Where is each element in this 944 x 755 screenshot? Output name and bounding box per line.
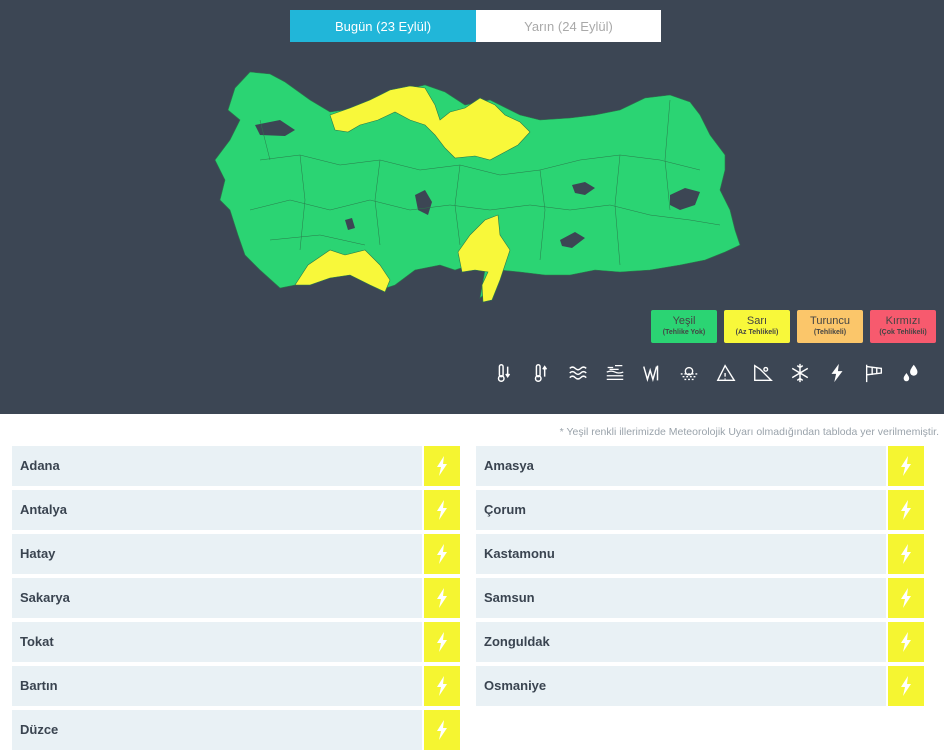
province-row[interactable]: Zonguldak <box>476 622 924 662</box>
thunderstorm-icon[interactable] <box>886 534 924 574</box>
province-row[interactable]: Düzce <box>12 710 460 750</box>
thunderstorm-icon[interactable] <box>422 622 460 662</box>
province-row[interactable]: Tokat <box>12 622 460 662</box>
wind-icon[interactable] <box>639 360 665 386</box>
province-name: Çorum <box>484 502 526 517</box>
legend: Yeşil (Tehlike Yok) Sarı (Az Tehlikeli) … <box>651 310 936 343</box>
legend-yellow: Sarı (Az Tehlikeli) <box>724 310 790 343</box>
legend-green: Yeşil (Tehlike Yok) <box>651 310 717 343</box>
thunderstorm-icon[interactable] <box>886 622 924 662</box>
hazard-filter-icons <box>491 360 924 386</box>
tab-today[interactable]: Bugün (23 Eylül) <box>290 10 476 42</box>
province-row[interactable]: Adana <box>12 446 460 486</box>
thunderstorm-icon[interactable] <box>886 490 924 530</box>
thunderstorm-icon[interactable] <box>422 666 460 706</box>
province-name: Bartın <box>20 678 58 693</box>
province-row[interactable]: Samsun <box>476 578 924 618</box>
legend-title: Yeşil <box>672 315 696 327</box>
province-row[interactable]: Kastamonu <box>476 534 924 574</box>
landslide-icon[interactable] <box>750 360 776 386</box>
thunderstorm-icon[interactable] <box>886 446 924 486</box>
thunderstorm-icon[interactable] <box>886 578 924 618</box>
legend-subtitle: (Çok Tehlikeli) <box>879 329 927 336</box>
legend-subtitle: (Tehlikeli) <box>813 329 847 336</box>
dust-icon[interactable] <box>602 360 628 386</box>
thunderstorm-icon[interactable] <box>422 534 460 574</box>
thunderstorm-icon[interactable] <box>422 578 460 618</box>
province-row[interactable]: Çorum <box>476 490 924 530</box>
cold-thermometer-icon[interactable] <box>491 360 517 386</box>
province-name: Adana <box>20 458 60 473</box>
thunderstorm-icon[interactable] <box>422 490 460 530</box>
tab-tomorrow[interactable]: Yarın (24 Eylül) <box>476 10 661 42</box>
map-panel: Bugün (23 Eylül) Yarın (24 Eylül) Yeşil … <box>0 0 944 414</box>
thunderstorm-icon[interactable] <box>422 446 460 486</box>
province-row[interactable]: Osmaniye <box>476 666 924 706</box>
province-name: Amasya <box>484 458 534 473</box>
province-row[interactable]: Hatay <box>12 534 460 574</box>
legend-red: Kırmızı (Çok Tehlikeli) <box>870 310 936 343</box>
legend-subtitle: (Tehlike Yok) <box>662 329 706 336</box>
province-name: Düzce <box>20 722 59 737</box>
province-name: Tokat <box>20 634 54 649</box>
province-row[interactable]: Amasya <box>476 446 924 486</box>
thunderstorm-icon[interactable] <box>886 666 924 706</box>
thunderstorm-icon[interactable] <box>422 710 460 750</box>
province-name: Kastamonu <box>484 546 555 561</box>
province-name: Samsun <box>484 590 535 605</box>
legend-subtitle: (Az Tehlikeli) <box>735 329 779 336</box>
rain-drops-icon[interactable] <box>898 360 924 386</box>
warning-list-right: Amasya Çorum Kastamonu Samsun Zonguldak … <box>476 446 924 710</box>
avalanche-icon[interactable] <box>713 360 739 386</box>
thunderstorm-icon[interactable] <box>824 360 850 386</box>
province-row[interactable]: Antalya <box>12 490 460 530</box>
legend-orange: Turuncu (Tehlikeli) <box>797 310 863 343</box>
turkey-warning-map[interactable] <box>200 60 750 310</box>
hot-thermometer-icon[interactable] <box>528 360 554 386</box>
warning-list-left: Adana Antalya Hatay Sakarya Tokat Bartın… <box>12 446 460 754</box>
province-row[interactable]: Bartın <box>12 666 460 706</box>
legend-title: Kırmızı <box>885 315 921 327</box>
snowflake-icon[interactable] <box>787 360 813 386</box>
fog-icon[interactable] <box>676 360 702 386</box>
province-name: Hatay <box>20 546 56 561</box>
windsock-icon[interactable] <box>861 360 887 386</box>
legend-title: Sarı <box>746 315 768 327</box>
province-name: Osmaniye <box>484 678 547 693</box>
province-row[interactable]: Sakarya <box>12 578 460 618</box>
waves-icon[interactable] <box>565 360 591 386</box>
info-note: * Yeşil renkli illerimizde Meteorolojik … <box>559 426 939 438</box>
day-tabs: Bugün (23 Eylül) Yarın (24 Eylül) <box>290 10 661 42</box>
province-name: Antalya <box>20 502 67 517</box>
province-name: Zonguldak <box>484 634 550 649</box>
province-name: Sakarya <box>20 590 70 605</box>
legend-title: Turuncu <box>810 315 850 327</box>
